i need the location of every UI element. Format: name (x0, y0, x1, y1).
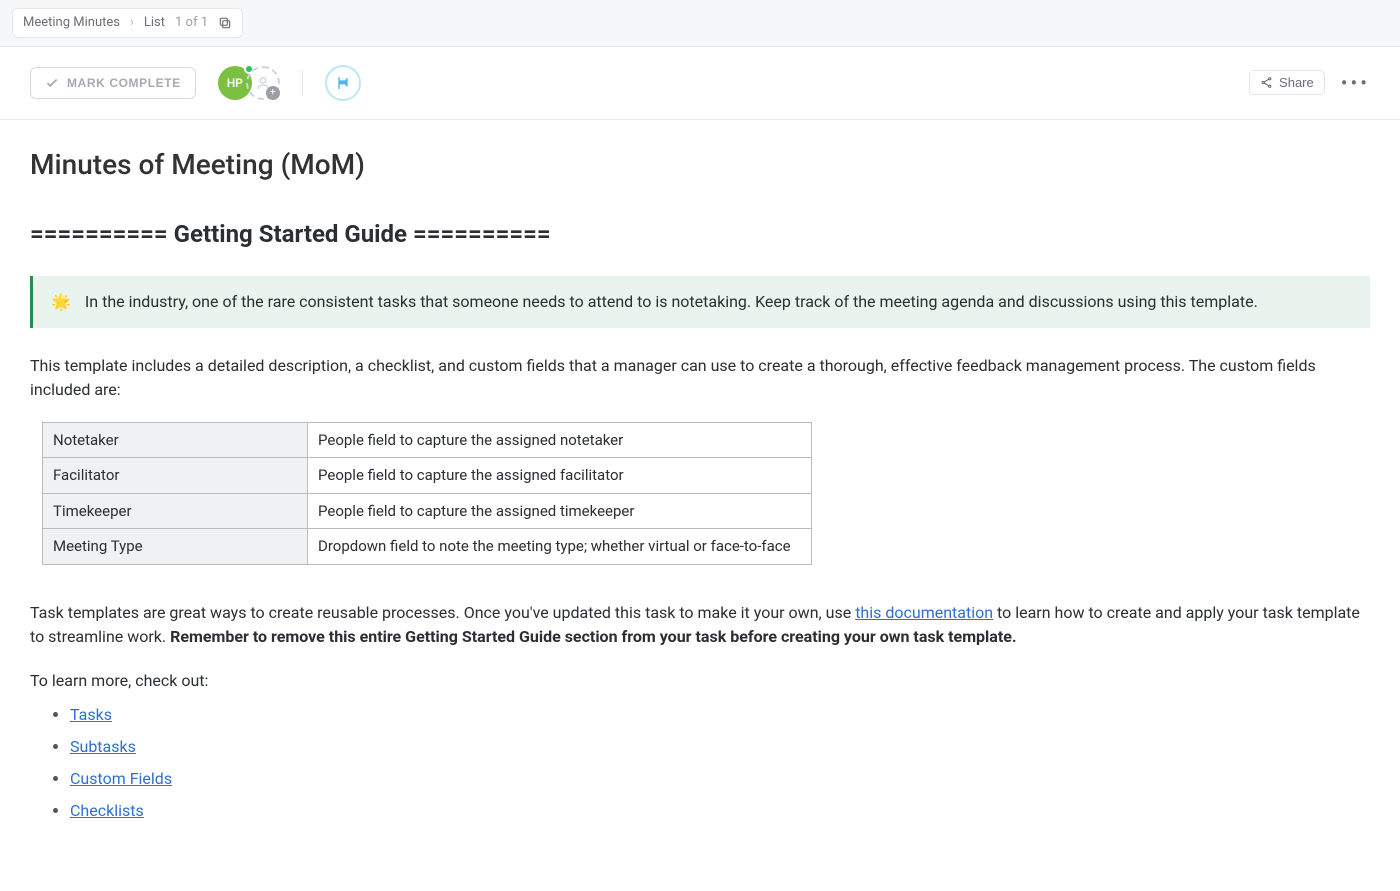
avatar-initials: HP (227, 74, 243, 92)
breadcrumb-counter: 1 of 1 (175, 13, 208, 33)
list-item: Checklists (70, 799, 1370, 823)
chevron-right-icon: › (130, 13, 134, 33)
learn-link-tasks[interactable]: Tasks (70, 705, 112, 724)
task-header-right: Share ••• (1249, 70, 1370, 95)
callout: 🌟 In the industry, one of the rare consi… (30, 276, 1370, 328)
documentation-link[interactable]: this documentation (855, 603, 993, 622)
mark-complete-button[interactable]: MARK COMPLETE (30, 67, 196, 99)
table-row: Meeting Type Dropdown field to note the … (43, 529, 812, 565)
breadcrumb-current[interactable]: List (144, 13, 165, 33)
table-row: Facilitator People field to capture the … (43, 458, 812, 494)
field-desc-cell: Dropdown field to note the meeting type;… (308, 529, 812, 565)
mark-complete-label: MARK COMPLETE (67, 76, 181, 90)
divider (302, 70, 303, 96)
breadcrumb[interactable]: Meeting Minutes › List 1 of 1 (12, 8, 243, 38)
copy-icon[interactable] (218, 16, 232, 30)
topbar: Meeting Minutes › List 1 of 1 (0, 0, 1400, 47)
breadcrumb-parent[interactable]: Meeting Minutes (23, 13, 120, 33)
add-assignee-button[interactable]: + (246, 66, 280, 100)
learn-link-checklists[interactable]: Checklists (70, 801, 144, 820)
field-desc-cell: People field to capture the assigned not… (308, 422, 812, 458)
template-bold: Remember to remove this entire Getting S… (170, 627, 1016, 646)
field-desc-cell: People field to capture the assigned tim… (308, 493, 812, 529)
share-icon (1260, 76, 1273, 89)
field-name-cell: Notetaker (43, 422, 308, 458)
field-name-cell: Facilitator (43, 458, 308, 494)
custom-fields-table: Notetaker People field to capture the as… (42, 422, 812, 565)
callout-text: In the industry, one of the rare consist… (85, 290, 1258, 314)
plus-icon: + (266, 86, 280, 100)
page-title[interactable]: Minutes of Meeting (MoM) (30, 144, 1370, 186)
list-item: Tasks (70, 703, 1370, 727)
learn-link-subtasks[interactable]: Subtasks (70, 737, 136, 756)
intro-paragraph: This template includes a detailed descri… (30, 354, 1370, 402)
table-row: Timekeeper People field to capture the a… (43, 493, 812, 529)
share-label: Share (1279, 75, 1314, 90)
list-item: Custom Fields (70, 767, 1370, 791)
field-desc-cell: People field to capture the assigned fac… (308, 458, 812, 494)
template-paragraph: Task templates are great ways to create … (30, 601, 1370, 649)
task-header-left: MARK COMPLETE HP + (30, 65, 361, 101)
template-pre: Task templates are great ways to create … (30, 603, 855, 622)
flag-icon (335, 74, 351, 92)
learn-more-list: Tasks Subtasks Custom Fields Checklists (30, 703, 1370, 823)
task-header: MARK COMPLETE HP + (0, 47, 1400, 120)
star-icon: 🌟 (51, 290, 71, 314)
learn-link-custom-fields[interactable]: Custom Fields (70, 769, 172, 788)
table-row: Notetaker People field to capture the as… (43, 422, 812, 458)
share-button[interactable]: Share (1249, 70, 1325, 95)
priority-flag-button[interactable] (325, 65, 361, 101)
list-item: Subtasks (70, 735, 1370, 759)
getting-started-heading: ========== Getting Started Guide =======… (30, 216, 1370, 252)
field-name-cell: Timekeeper (43, 493, 308, 529)
assignees: HP + (218, 66, 280, 100)
task-content: Minutes of Meeting (MoM) ========== Gett… (0, 120, 1400, 891)
field-name-cell: Meeting Type (43, 529, 308, 565)
learn-more-intro: To learn more, check out: (30, 669, 1370, 693)
ellipsis-icon: ••• (1341, 71, 1370, 95)
more-menu-button[interactable]: ••• (1341, 73, 1370, 93)
check-icon (45, 76, 59, 90)
